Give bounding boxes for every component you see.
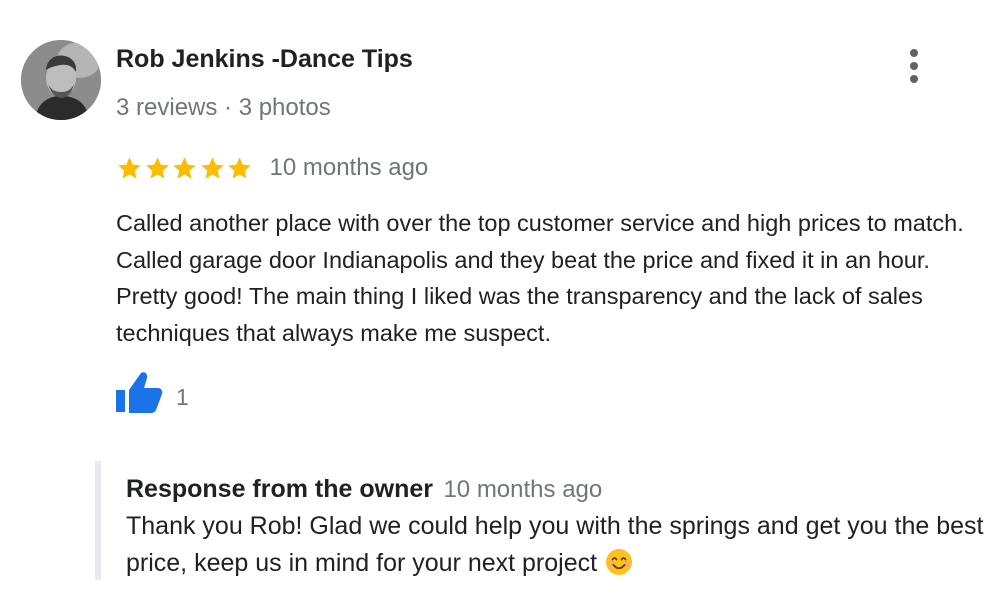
review-text: Called another place with over the top c… (116, 210, 964, 346)
owner-response-divider (95, 461, 101, 580)
reviewer-name[interactable]: Rob Jenkins -Dance Tips (116, 45, 413, 74)
more-options-button[interactable] (896, 44, 932, 88)
reviewer-avatar[interactable] (21, 40, 101, 120)
star-icon (173, 156, 196, 179)
owner-response-date: 10 months ago (443, 476, 603, 503)
rating-row: 10 months ago (116, 151, 428, 185)
star-icon (118, 156, 141, 179)
star-icon (228, 156, 251, 179)
owner-response-heading: Response from the owner 10 months ago (126, 475, 602, 504)
star-rating (116, 155, 254, 182)
more-vert-icon (910, 49, 918, 83)
like-button[interactable] (114, 370, 164, 416)
smiling-face-emoji (606, 548, 633, 575)
review-date: 10 months ago (269, 154, 429, 181)
reviewer-meta[interactable]: 3 reviews · 3 photos (116, 94, 331, 122)
owner-response-text-block: Thank you Rob! Glad we could help you wi… (126, 508, 986, 581)
like-count: 1 (176, 384, 189, 410)
thumbs-up-icon (116, 372, 163, 413)
star-icon (145, 156, 169, 179)
avatar-photo (21, 40, 101, 120)
owner-response-title: Response from the owner (126, 475, 433, 503)
owner-response-text: Thank you Rob! Glad we could help you wi… (126, 512, 984, 577)
star-icon (200, 156, 224, 179)
